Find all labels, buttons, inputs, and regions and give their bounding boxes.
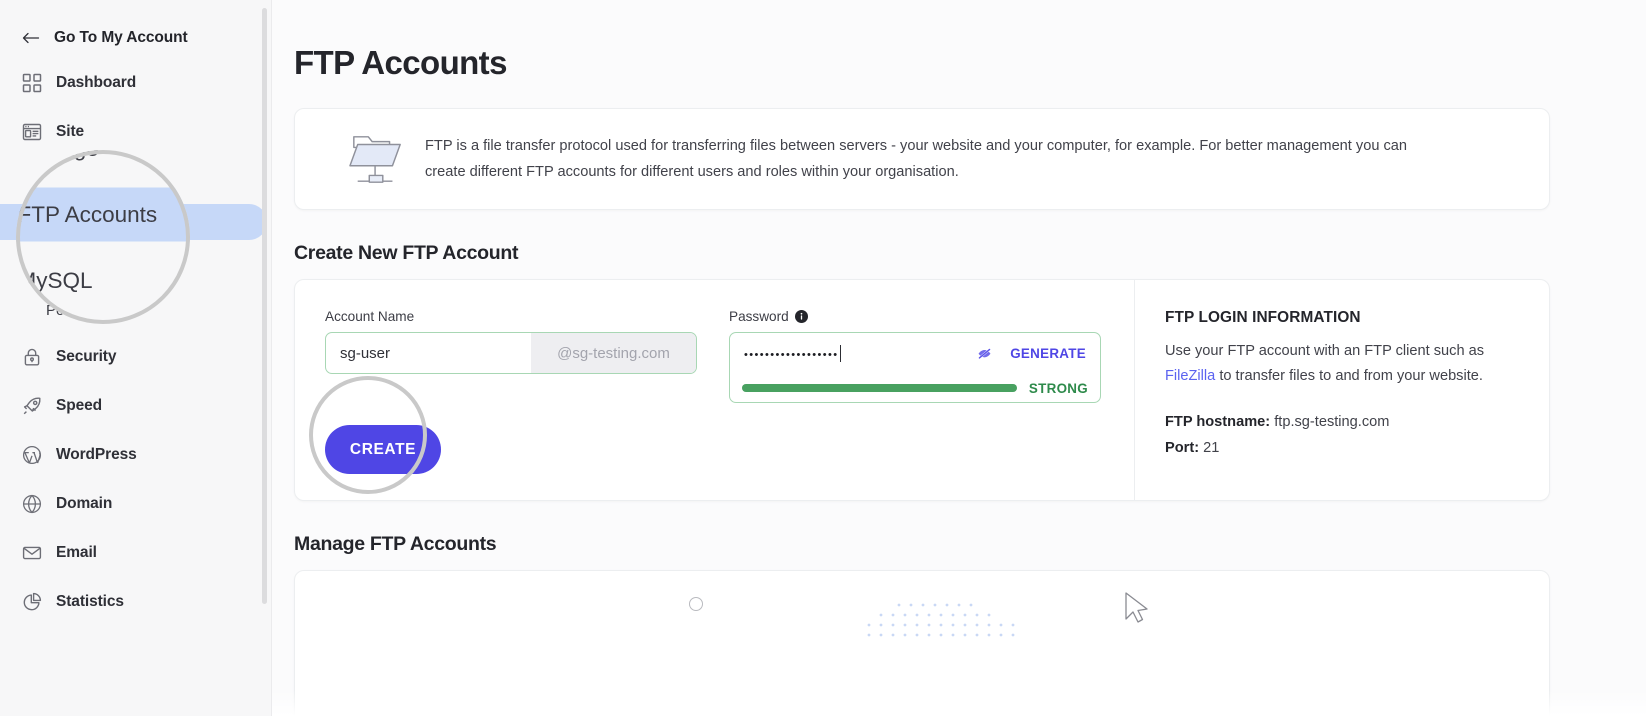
sidebar-scrollbar[interactable]: [262, 8, 267, 604]
pie-chart-icon: [22, 592, 42, 612]
sidebar-item-label: Security: [56, 347, 117, 365]
sidebar-item-label: Speed: [56, 396, 103, 414]
lens-sidebar-subitem-mysql: MySQL: [16, 248, 190, 314]
ftp-info-text-after: to transfer files to and from your websi…: [1215, 368, 1483, 384]
sidebar-item-wordpress[interactable]: WordPress: [0, 430, 271, 479]
text-caret: [839, 345, 841, 362]
app-root: Go To My Account Dashboard Site Security…: [0, 0, 1646, 716]
ftp-port-row: Port: 21: [1165, 435, 1549, 461]
ftp-login-info-title: FTP LOGIN INFORMATION: [1165, 309, 1361, 326]
mouse-cursor-icon: [1123, 591, 1149, 625]
ftp-port-label: Port:: [1165, 440, 1200, 456]
browser-window-icon: [22, 122, 42, 142]
main-content: FTP Accounts FTP is a file transfer prot…: [272, 0, 1646, 716]
ftp-hostname-label: FTP hostname:: [1165, 414, 1271, 430]
sidebar-item-label: Statistics: [56, 592, 124, 610]
password-strength-label: STRONG: [1028, 380, 1088, 396]
create-ftp-form-card: Account Name sg-user @sg-testing.com Pas…: [294, 279, 1550, 501]
sidebar-item-label: Email: [56, 543, 97, 561]
ftp-info-text: FTP is a file transfer protocol used for…: [425, 138, 1408, 180]
ftp-info-banner: FTP is a file transfer protocol used for…: [294, 108, 1550, 210]
sidebar-item-dashboard[interactable]: Dashboard: [0, 58, 271, 107]
sidebar-item-statistics[interactable]: Statistics: [0, 577, 271, 626]
password-input-wrapper[interactable]: •••••••••••••••••• GENERATE STRONG: [729, 332, 1101, 403]
card-bottom-fade: [295, 689, 1549, 716]
ftp-info-text-before: Use your FTP account with an FTP client …: [1165, 343, 1485, 359]
account-name-field-group: Account Name sg-user @sg-testing.com: [325, 309, 697, 403]
ftp-hostname-value: ftp.sg-testing.com: [1274, 414, 1390, 430]
sidebar-subitem-label: Manage: [18, 150, 99, 161]
sidebar-item-domain[interactable]: Domain: [0, 479, 271, 528]
page-title: FTP Accounts: [294, 44, 507, 81]
account-name-label: Account Name: [325, 309, 415, 324]
spinner-circle-icon: [689, 597, 703, 611]
password-label: Password: [729, 309, 1101, 324]
ftp-login-info-paragraph: Use your FTP account with an FTP client …: [1165, 339, 1517, 389]
lock-icon: [22, 347, 42, 367]
sidebar-item-speed[interactable]: Speed: [0, 381, 271, 430]
password-strength-meter: STRONG: [742, 374, 1088, 402]
eye-off-icon[interactable]: [972, 345, 996, 362]
sidebar-item-email[interactable]: Email: [0, 528, 271, 577]
password-label-text: Password: [729, 309, 789, 324]
envelope-icon: [22, 543, 42, 563]
dot-pattern-illustration: [855, 601, 1055, 661]
rocket-icon: [22, 396, 42, 416]
arrow-left-icon: [22, 30, 40, 46]
network-folder-icon: [329, 131, 425, 187]
ftp-login-information-panel: FTP LOGIN INFORMATION Use your FTP accou…: [1134, 280, 1549, 500]
ftp-hostname-row: FTP hostname: ftp.sg-testing.com: [1165, 409, 1549, 435]
globe-icon: [22, 494, 42, 514]
sidebar-item-security[interactable]: Security: [0, 332, 271, 381]
sidebar-item-label: Domain: [56, 494, 113, 512]
grid-icon: [22, 73, 42, 93]
sidebar-item-site[interactable]: Site: [0, 107, 271, 156]
lens-sidebar-subitem-postgresql: PostgreSQL: [16, 314, 190, 325]
sidebar-item-label: WordPress: [56, 445, 137, 463]
password-field-group: Password •••••••••••••••••• GENERATE STR…: [729, 309, 1101, 403]
sidebar-item-label: Dashboard: [56, 73, 137, 91]
sidebar-item-label: Site: [56, 122, 85, 140]
manage-section-title: Manage FTP Accounts: [294, 533, 497, 555]
info-circle-icon[interactable]: [794, 310, 808, 323]
lens-sidebar-subitem-ftp-accounts: FTP Accounts: [16, 182, 190, 248]
lens-sidebar-subitem-manage: Manage: [16, 150, 190, 182]
create-ftp-form: Account Name sg-user @sg-testing.com Pas…: [295, 280, 1134, 500]
ftp-port-value: 21: [1203, 440, 1220, 456]
sidebar: Go To My Account Dashboard Site Security…: [0, 0, 272, 716]
back-to-account-label: Go To My Account: [54, 29, 188, 46]
create-section-title: Create New FTP Account: [294, 242, 519, 264]
zoom-lens-content: Dashboard Site Manage FTP Accounts MySQL…: [16, 150, 190, 324]
account-name-value[interactable]: sg-user: [326, 333, 531, 373]
ftp-connection-details: FTP hostname: ftp.sg-testing.com Port: 2…: [1165, 409, 1549, 461]
password-strength-fill: [742, 384, 1017, 392]
wordpress-icon: [22, 445, 42, 465]
sidebar-subitem-label: FTP Accounts: [17, 201, 158, 228]
manage-ftp-accounts-card: [294, 570, 1550, 716]
sidebar-subitem-label: MySQL: [17, 267, 93, 294]
password-strength-track: [742, 384, 1017, 392]
account-name-input[interactable]: sg-user @sg-testing.com: [325, 332, 697, 374]
create-button[interactable]: CREATE: [325, 425, 441, 474]
generate-password-button[interactable]: GENERATE: [1010, 346, 1086, 361]
zoom-lens-inner: Dashboard Site Manage FTP Accounts MySQL…: [16, 150, 190, 324]
back-to-account-link[interactable]: Go To My Account: [0, 0, 271, 58]
password-masked-value[interactable]: ••••••••••••••••••: [742, 345, 972, 362]
account-name-domain-suffix: @sg-testing.com: [531, 333, 696, 373]
filezilla-link[interactable]: FileZilla: [1165, 368, 1215, 384]
